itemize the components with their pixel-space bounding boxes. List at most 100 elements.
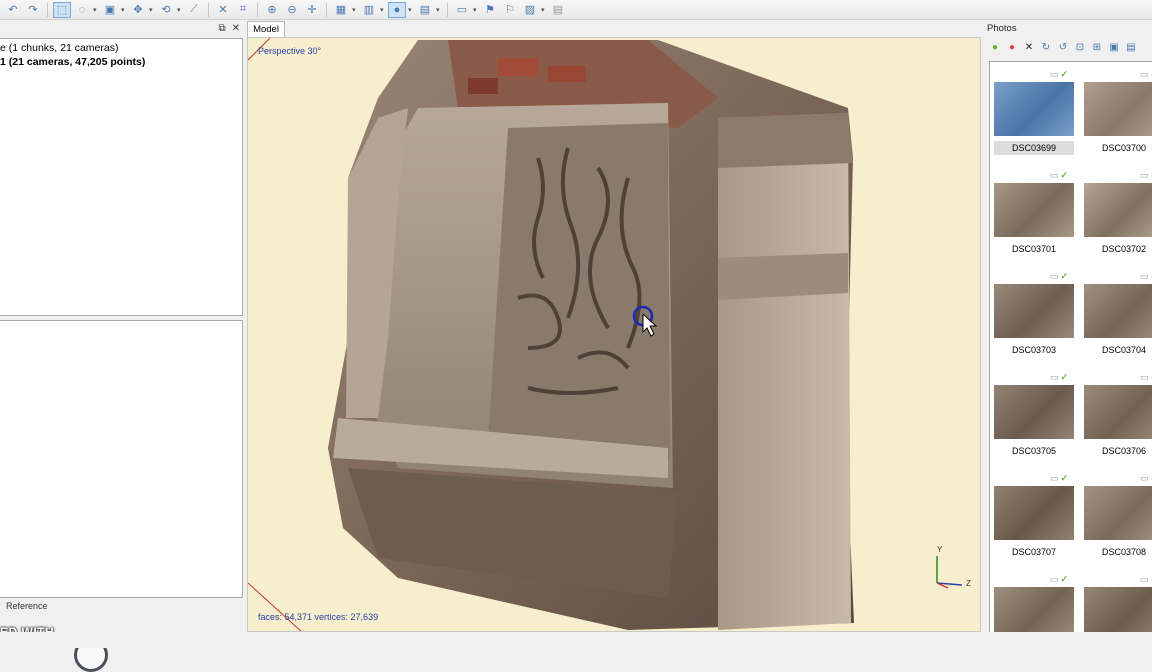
photo-name: DSC03703 — [1011, 345, 1057, 355]
photo-thumbnail[interactable]: ▭ ✓ DSC03707 — [990, 466, 1074, 562]
zoom-in-icon[interactable]: ⊕ — [263, 2, 281, 18]
check-icon: ✓ — [1060, 372, 1069, 382]
workspace-tree-item[interactable]: e (1 chunks, 21 cameras) — [0, 41, 242, 55]
photo-name: DSC03704 — [1101, 345, 1147, 355]
remove-icon[interactable]: ✕ — [1023, 41, 1035, 53]
photo-status: ▭✓ — [1140, 473, 1152, 484]
shading-icon[interactable]: ● — [388, 1, 406, 18]
toolbar-separator — [326, 2, 327, 17]
photo-status: ▭✓ — [1140, 271, 1152, 282]
perspective-label: Perspective 30° — [258, 46, 322, 56]
camera-icon: ▭ — [1140, 271, 1149, 281]
photo-status: ▭✓ — [1050, 69, 1068, 80]
columns-icon[interactable]: ▥ — [360, 2, 378, 18]
chevron-down-icon[interactable]: ▾ — [177, 6, 183, 14]
box-icon[interactable]: ▣ — [101, 2, 119, 18]
camera-icon: ▭ — [1140, 372, 1149, 382]
photo-thumbnail[interactable]: ▭ ✓ DSC03701 — [990, 163, 1074, 259]
photo-name: DSC03700 — [1101, 143, 1147, 153]
photo-status: ▭✓ — [1140, 170, 1152, 181]
tab-model[interactable]: Model — [247, 21, 285, 37]
photo-image — [994, 284, 1074, 338]
disable-icon[interactable]: ● — [1006, 41, 1018, 53]
photo-thumbnail[interactable]: ▭✓ — [990, 567, 1074, 632]
filter-icon[interactable]: ⊞ — [1091, 41, 1103, 53]
texture-icon[interactable]: ▤ — [416, 2, 434, 18]
rotate-left-icon[interactable]: ↺ — [1057, 41, 1069, 53]
marker-icon[interactable]: ⚐ — [501, 2, 519, 18]
flag-icon[interactable]: ⚑ — [481, 2, 499, 18]
chevron-down-icon[interactable]: ▾ — [541, 6, 547, 14]
photo-status: ▭✓ — [1050, 271, 1068, 282]
ruler-icon[interactable]: ⟋ — [185, 2, 203, 18]
image-icon[interactable]: ▨ — [521, 2, 539, 18]
photo-thumbnail[interactable]: ▭✓ DSC03702 — [1080, 163, 1152, 259]
photo-name: DSC03707 — [1011, 547, 1057, 557]
print-icon[interactable]: ▤ — [549, 2, 567, 18]
workspace-title-bar: ⧉ ✕ — [0, 20, 244, 37]
reference-pane — [0, 320, 243, 598]
crop-icon[interactable]: ⌗ — [234, 2, 252, 18]
photo-image — [1084, 587, 1152, 632]
photo-image — [1084, 284, 1152, 338]
photo-thumbnail[interactable]: ▭ ✓ DSC03705 — [990, 365, 1074, 461]
float-icon[interactable]: ⧉ — [218, 23, 225, 34]
photo-name: DSC03702 — [1101, 244, 1147, 254]
zoom-out-icon[interactable]: ⊖ — [283, 2, 301, 18]
photos-panel: Photos ● ● ✕ ↻ ↺ ⊡ ⊞ ▣ ▤ ▭✓DSC03699▭✓DSC… — [985, 20, 1152, 633]
close-icon[interactable]: ✕ — [232, 23, 240, 34]
photo-status: ▭✓ — [1050, 170, 1068, 181]
grid-icon[interactable]: ▦ — [332, 2, 350, 18]
check-icon: ✓ — [1060, 574, 1069, 584]
photo-image — [994, 486, 1074, 540]
enable-icon[interactable]: ● — [989, 41, 1001, 53]
check-icon: ✓ — [1060, 271, 1069, 281]
photo-thumbnail[interactable]: ▭ ✓ DSC03699 — [990, 62, 1074, 158]
rotate-icon[interactable]: ⟲ — [157, 2, 175, 18]
check-icon: ✓ — [1060, 69, 1069, 79]
chevron-down-icon[interactable]: ▾ — [473, 6, 479, 14]
chevron-down-icon[interactable]: ▾ — [93, 6, 99, 14]
camera-icon[interactable]: ▭ — [453, 2, 471, 18]
photo-image — [994, 183, 1074, 237]
delete-icon[interactable]: ✕ — [214, 2, 232, 18]
view-icon[interactable]: ▣ — [1108, 41, 1120, 53]
photo-thumbnail[interactable]: ▭✓ DSC03700 — [1080, 62, 1152, 158]
model-viewport[interactable]: Perspective 30° faces: 54,371 vertices: … — [247, 37, 981, 632]
photo-image — [1084, 385, 1152, 439]
photo-image — [994, 587, 1074, 632]
photos-toolbar: ● ● ✕ ↻ ↺ ⊡ ⊞ ▣ ▤ — [985, 37, 1152, 57]
lasso-icon[interactable]: ◌ — [73, 2, 91, 18]
photo-thumbnail[interactable]: ▭✓ DSC03706 — [1080, 365, 1152, 461]
photo-thumbnail[interactable]: ▭ ✓ DSC03703 — [990, 264, 1074, 360]
camera-icon: ▭ — [1140, 473, 1149, 483]
photo-thumbnail[interactable]: ▭✓ DSC03704 — [1080, 264, 1152, 360]
main-toolbar: ↶ ↷ ⬚ ◌ ▾ ▣ ▾ ✥ ▾ ⟲ ▾ ⟋ ✕ ⌗ ⊕ ⊖ ✛ ▦ ▾ ▥ ▾ ● ▾ ▤… — [0, 0, 1152, 20]
photo-thumbnail[interactable]: ▭✓ — [1080, 567, 1152, 632]
chevron-down-icon[interactable]: ▾ — [149, 6, 155, 14]
select-icon[interactable]: ⬚ — [53, 1, 71, 18]
chunk-tree-item[interactable]: 1 (21 cameras, 47,205 points) — [0, 55, 242, 69]
photo-name: DSC03699 — [994, 141, 1074, 155]
photo-name: DSC03701 — [1011, 244, 1057, 254]
chevron-down-icon[interactable]: ▾ — [436, 6, 442, 14]
chevron-down-icon[interactable]: ▾ — [352, 6, 358, 14]
pan-icon[interactable]: ✛ — [303, 2, 321, 18]
model-stats: faces: 54,371 vertices: 27,639 — [258, 612, 379, 622]
toolbar-separator — [257, 2, 258, 17]
photo-thumbnail[interactable]: ▭✓ DSC03708 — [1080, 466, 1152, 562]
camera-icon: ▭ — [1050, 574, 1059, 584]
model-tab-bar: Model — [247, 20, 981, 37]
redo-icon[interactable]: ↷ — [24, 2, 42, 18]
list-view-icon[interactable]: ▤ — [1125, 41, 1137, 53]
move-icon[interactable]: ✥ — [129, 2, 147, 18]
camera-icon: ▭ — [1050, 271, 1059, 281]
tab-reference[interactable]: Reference — [6, 601, 48, 611]
chevron-down-icon[interactable]: ▾ — [380, 6, 386, 14]
undo-icon[interactable]: ↶ — [4, 2, 22, 18]
chevron-down-icon[interactable]: ▾ — [121, 6, 127, 14]
rotate-right-icon[interactable]: ↻ — [1040, 41, 1052, 53]
reset-filter-icon[interactable]: ⊡ — [1074, 41, 1086, 53]
chevron-down-icon[interactable]: ▾ — [408, 6, 414, 14]
camera-icon: ▭ — [1140, 69, 1149, 79]
